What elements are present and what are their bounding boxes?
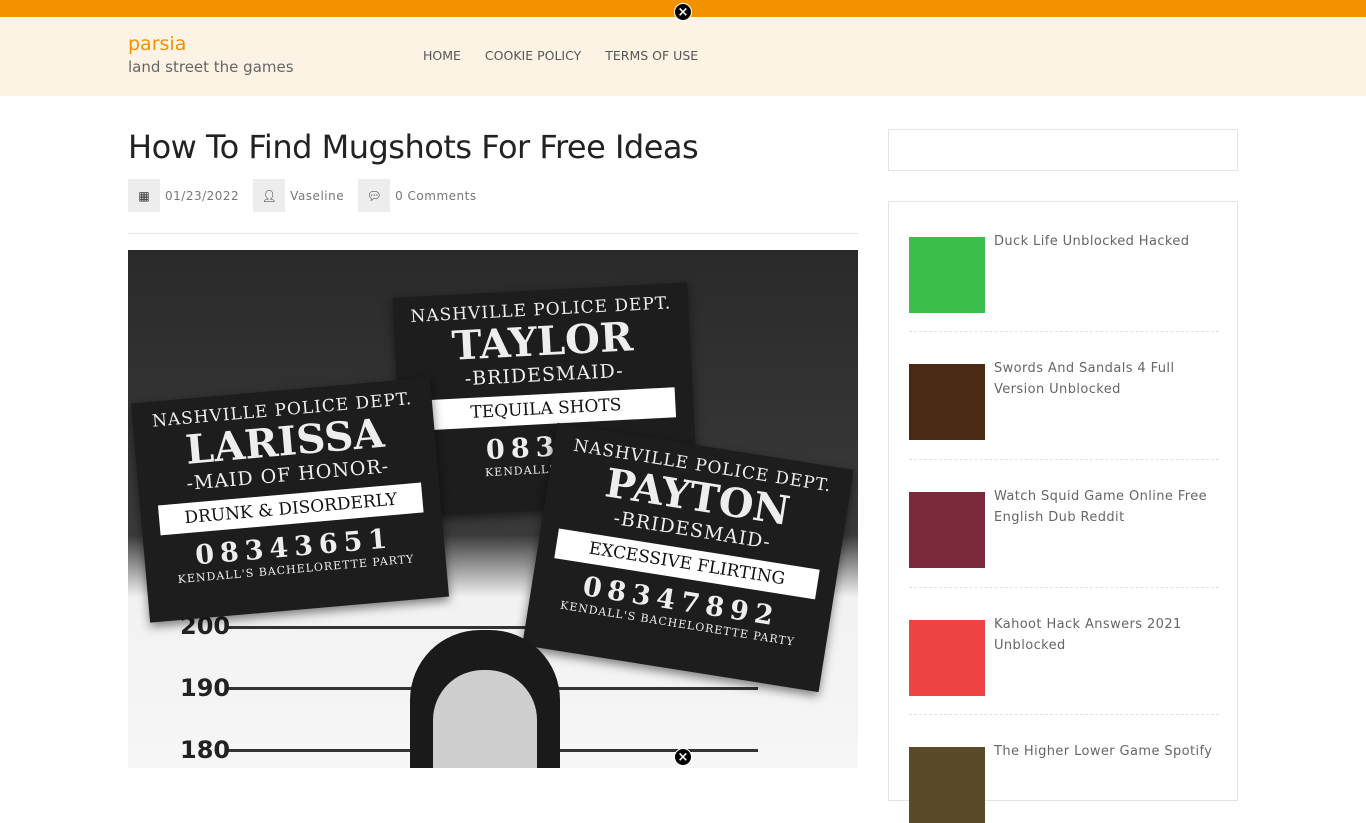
sidebar-post[interactable]: Watch Squid Game Online Free English Dub… [909,489,1219,568]
divider [909,459,1219,460]
site-header: parsia land street the games HOME COOKIE… [0,17,1366,96]
nav-terms-of-use[interactable]: TERMS OF USE [605,48,698,63]
post-title[interactable]: Swords And Sandals 4 Full Version Unbloc… [994,358,1219,440]
site-title[interactable]: parsia [128,33,186,55]
post-title[interactable]: The Higher Lower Game Spotify [994,741,1212,823]
page-title: How To Find Mugshots For Free Ideas [128,128,699,166]
post-meta: ▦ 01/23/2022 👤︎ Vaseline 💬︎ 0 Comments [128,179,491,212]
site-tagline: land street the games [128,58,294,76]
divider [128,233,858,234]
nav-home[interactable]: HOME [423,48,461,63]
post-comments[interactable]: 0 Comments [395,189,477,203]
post-title[interactable]: Duck Life Unblocked Hacked [994,231,1189,313]
close-ad-icon[interactable]: × [674,748,692,766]
divider [909,714,1219,715]
divider [909,587,1219,588]
calendar-icon: ▦ [128,179,160,212]
post-date: 01/23/2022 [165,188,240,203]
height-label: 190 [180,674,231,702]
search-widget[interactable] [888,129,1238,171]
post-title[interactable]: Kahoot Hack Answers 2021 Unblocked [994,614,1219,696]
post-thumbnail[interactable] [909,620,985,696]
recent-posts-widget: Duck Life Unblocked Hacked Swords And Sa… [888,201,1238,823]
mugshot-card: NASHVILLE POLICE DEPT. LARISSA -MAID OF HO… [130,377,450,623]
post-thumbnail[interactable] [909,492,985,568]
featured-image: 200 190 180 NASHVILLE POLICE DEPT. TAYLOR… [128,250,858,768]
sidebar-post[interactable]: Kahoot Hack Answers 2021 Unblocked [909,617,1219,696]
mugshot-card: NASHVILLE POLICE DEPT. PAYTON -BRIDESMAID-… [522,422,854,693]
height-label: 180 [180,736,231,764]
post-thumbnail[interactable] [909,364,985,440]
sidebar-post[interactable]: Duck Life Unblocked Hacked [909,234,1219,313]
divider [909,331,1219,332]
close-ad-icon[interactable]: × [674,3,692,21]
post-title[interactable]: Watch Squid Game Online Free English Dub… [994,486,1219,568]
sidebar-post[interactable]: Swords And Sandals 4 Full Version Unbloc… [909,361,1219,440]
sidebar-post[interactable]: The Higher Lower Game Spotify [909,744,1219,823]
user-icon: 👤︎ [253,179,286,212]
nav-cookie-policy[interactable]: COOKIE POLICY [485,48,581,63]
post-author[interactable]: Vaseline [290,189,344,203]
post-thumbnail[interactable] [909,237,985,313]
main-nav: HOME COOKIE POLICY TERMS OF USE [423,48,698,63]
face [433,670,537,768]
post-thumbnail[interactable] [909,747,985,823]
comments-icon: 💬︎ [358,179,391,212]
